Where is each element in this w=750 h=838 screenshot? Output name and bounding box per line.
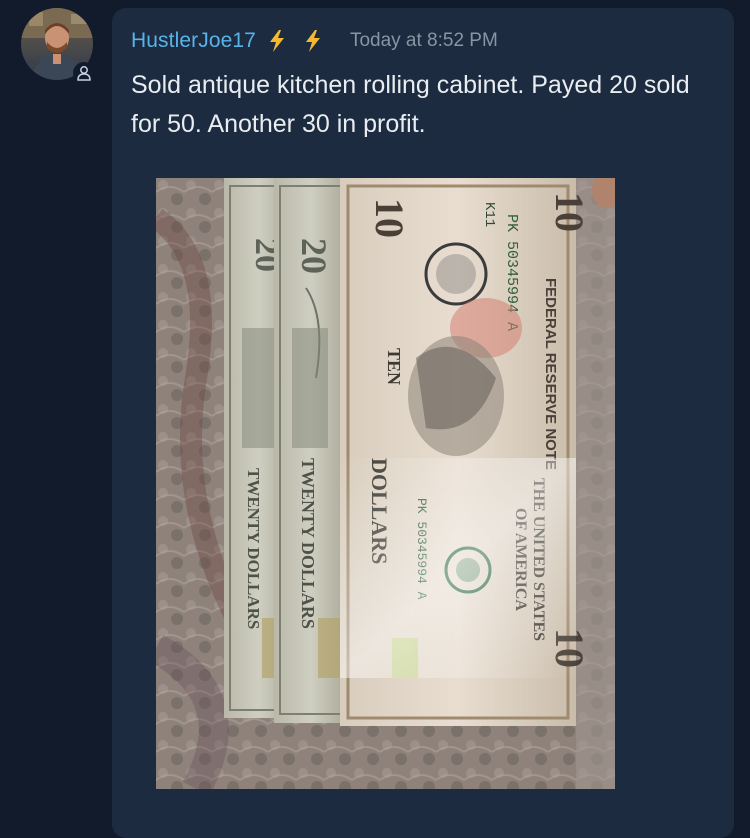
light-glare (340, 458, 576, 678)
timestamp: Today at 8:52 PM (349, 30, 498, 51)
user-status-icon (73, 62, 95, 84)
lightning-bolt-icon (304, 30, 322, 52)
svg-text:TWENTY DOLLARS: TWENTY DOLLARS (244, 468, 263, 629)
rug-fabric (576, 178, 615, 789)
message-header: HustlerJoe17 Today at 8:52 PM (131, 27, 498, 55)
message-card: HustlerJoe17 Today at 8:52 PM Sold antiq… (112, 8, 734, 838)
svg-text:TWENTY DOLLARS: TWENTY DOLLARS (298, 458, 318, 629)
attached-photo[interactable]: 20 TWENTY DOLLARS 20 TWENTY DOLLARS 10 1… (156, 178, 615, 789)
twenty-dollar-bill-2: 20 TWENTY DOLLARS (274, 178, 348, 723)
svg-text:20: 20 (294, 238, 334, 274)
ten-dollar-bill: 10 10 FEDERAL RESERVE NOTE PK 50345994 A… (340, 178, 592, 726)
svg-text:K11: K11 (481, 202, 497, 227)
lightning-bolt-icon (268, 30, 286, 52)
message-text: Sold antique kitchen rolling cabinet. Pa… (131, 71, 690, 138)
svg-text:TEN: TEN (384, 348, 404, 385)
username[interactable]: HustlerJoe17 (131, 29, 256, 53)
avatar-wrapper[interactable] (21, 8, 95, 84)
svg-text:10: 10 (547, 192, 592, 232)
svg-text:FEDERAL RESERVE NOTE: FEDERAL RESERVE NOTE (542, 278, 559, 470)
svg-text:10: 10 (367, 198, 412, 238)
